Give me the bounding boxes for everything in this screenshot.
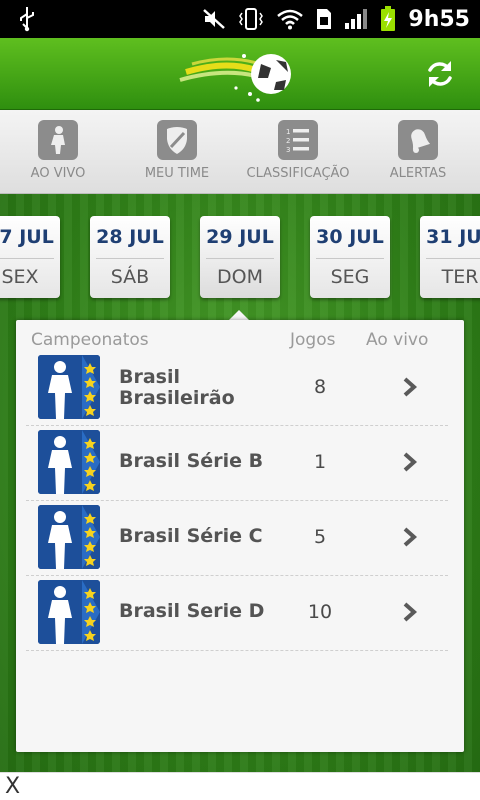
championship-badge-icon <box>38 355 100 419</box>
vibrate-icon <box>239 8 264 30</box>
close-button[interactable]: X <box>5 774 20 799</box>
column-header-ao-vivo: Ao vivo <box>366 330 429 350</box>
date-card[interactable]: 27 JUL SEX <box>0 216 60 298</box>
nav-label: CLASSIFICAÇÃO <box>246 166 350 181</box>
nav-bar: AO VIVO MEU TIME 1 2 3 CLASSIFICAÇÃO ALE… <box>0 110 480 194</box>
nav-item-alertas[interactable]: ALERTAS <box>378 110 458 194</box>
signal-icon <box>345 9 368 29</box>
clock-time: 9h55 <box>408 6 470 32</box>
status-bar: 9h55 <box>0 0 480 38</box>
date-day: 29 JUL <box>206 226 274 248</box>
mute-icon <box>203 9 226 29</box>
ad-bar: X <box>0 772 480 800</box>
divider <box>0 258 54 259</box>
chevron-right-icon[interactable] <box>398 600 422 624</box>
championship-row[interactable]: Brasil Brasileirão 8 <box>26 351 448 426</box>
chevron-right-icon[interactable] <box>398 375 422 399</box>
championship-badge-icon <box>38 430 100 494</box>
games-count: 8 <box>313 376 327 398</box>
date-card-selected[interactable]: 29 JUL DOM <box>200 216 280 298</box>
championship-row[interactable]: Brasil Série C 5 <box>26 501 448 576</box>
championship-name: Brasil Série C <box>119 525 263 547</box>
wifi-icon <box>277 9 304 30</box>
date-weekday: SÁB <box>110 266 150 288</box>
date-day: 27 JUL <box>0 226 54 248</box>
player-icon <box>38 120 78 160</box>
date-day: 28 JUL <box>96 226 164 248</box>
soccer-ball-logo-icon <box>179 54 291 102</box>
championship-name: Brasil Série B <box>119 450 264 472</box>
date-day: 30 JUL <box>316 226 384 248</box>
chevron-right-icon[interactable] <box>398 450 422 474</box>
svg-text:1: 1 <box>286 128 290 136</box>
championship-name: Brasil Brasileirão <box>119 367 235 409</box>
championship-row[interactable]: Brasil Serie D 10 <box>26 576 448 651</box>
championship-badge-icon <box>38 580 100 644</box>
championships-panel: Campeonatos Jogos Ao vivo Brasil Brasile… <box>16 320 464 752</box>
championship-name-line: Brasileirão <box>119 387 235 409</box>
date-card[interactable]: 30 JUL SEG <box>310 216 390 298</box>
championship-row[interactable]: Brasil Série B 1 <box>26 426 448 501</box>
svg-text:2: 2 <box>286 137 290 145</box>
games-count: 1 <box>313 451 327 473</box>
championship-badge-icon <box>38 505 100 569</box>
date-weekday: DOM <box>217 266 263 288</box>
games-count: 5 <box>313 526 327 548</box>
refresh-icon[interactable] <box>422 56 458 92</box>
divider <box>426 258 480 259</box>
games-count: 10 <box>307 601 333 623</box>
date-weekday: SEX <box>1 266 39 288</box>
chevron-right-icon[interactable] <box>398 525 422 549</box>
nav-item-meu-time[interactable]: MEU TIME <box>137 110 217 194</box>
nav-item-classificacao[interactable]: 1 2 3 CLASSIFICAÇÃO <box>238 110 358 194</box>
usb-icon <box>20 7 34 32</box>
date-card[interactable]: 31 JUL TER <box>420 216 480 298</box>
divider <box>206 258 274 259</box>
date-weekday: TER <box>441 266 479 288</box>
field-background: 27 JUL SEX 28 JUL SÁB 29 JUL DOM 30 JUL … <box>0 194 480 772</box>
divider <box>96 258 164 259</box>
svg-text:3: 3 <box>286 146 290 154</box>
divider <box>316 258 384 259</box>
app-header <box>0 38 480 110</box>
bell-icon <box>398 120 438 160</box>
date-card[interactable]: 28 JUL SÁB <box>90 216 170 298</box>
nav-label: AO VIVO <box>30 166 86 181</box>
shield-icon <box>157 120 197 160</box>
nav-label: MEU TIME <box>144 166 210 181</box>
date-weekday: SEG <box>330 266 370 288</box>
sim-icon <box>317 9 332 29</box>
championship-name-line: Brasil <box>119 366 181 388</box>
championship-name: Brasil Serie D <box>119 600 265 622</box>
nav-label: ALERTAS <box>389 166 447 181</box>
standings-icon: 1 2 3 <box>278 120 318 160</box>
column-header-jogos: Jogos <box>290 330 336 350</box>
battery-charging-icon <box>381 6 396 31</box>
nav-item-ao-vivo[interactable]: AO VIVO <box>18 110 98 194</box>
column-header-campeonatos: Campeonatos <box>31 330 149 350</box>
date-day: 31 JUL <box>426 226 480 248</box>
